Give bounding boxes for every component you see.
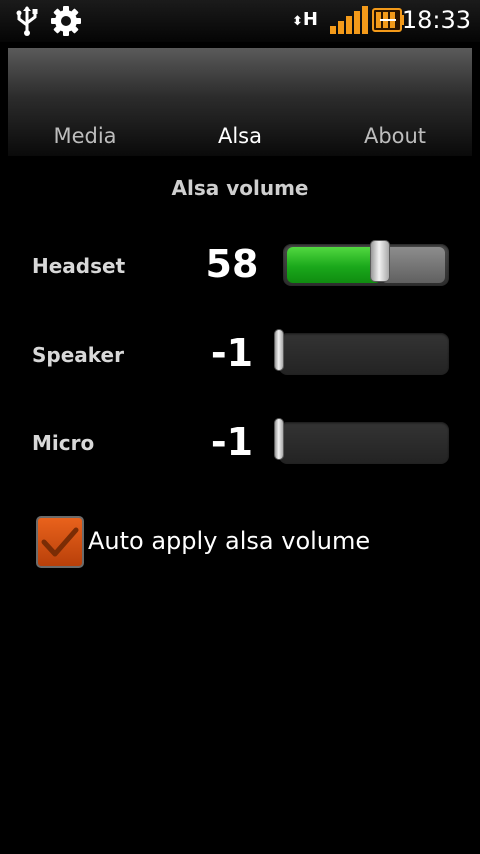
network-type-text: H bbox=[302, 9, 318, 30]
headset-slider-track bbox=[381, 247, 445, 283]
tab-about[interactable]: About bbox=[315, 124, 475, 154]
speaker-value: -1 bbox=[210, 331, 254, 375]
status-time: 18:33 bbox=[401, 6, 471, 34]
data-arrows-icon: ⬍H bbox=[292, 9, 318, 30]
headset-value: 58 bbox=[205, 242, 259, 286]
micro-value: -1 bbox=[210, 420, 254, 464]
micro-slider-thumb[interactable] bbox=[274, 418, 284, 460]
section-title: Alsa volume bbox=[171, 176, 309, 200]
speaker-slider[interactable] bbox=[274, 329, 449, 375]
usb-icon bbox=[14, 5, 40, 41]
status-bar: ⬍H 18:33 bbox=[0, 0, 480, 42]
speaker-slider-thumb[interactable] bbox=[274, 329, 284, 371]
tab-alsa[interactable]: Alsa bbox=[160, 124, 320, 154]
settings-gear-icon bbox=[50, 5, 82, 41]
auto-apply-checkbox[interactable] bbox=[36, 516, 84, 568]
headset-label: Headset bbox=[32, 254, 126, 278]
headset-slider-fill bbox=[287, 247, 381, 283]
headset-slider-thumb[interactable] bbox=[370, 240, 390, 282]
headset-slider[interactable] bbox=[283, 240, 449, 286]
signal-icon bbox=[330, 6, 368, 38]
micro-label: Micro bbox=[32, 431, 95, 455]
battery-icon bbox=[372, 6, 404, 38]
tab-media[interactable]: Media bbox=[5, 124, 165, 154]
app-screen: ⬍H 18:33 Media Alsa About Alsa volume He… bbox=[0, 0, 480, 854]
checkmark-icon bbox=[38, 527, 82, 570]
speaker-label: Speaker bbox=[32, 343, 124, 367]
auto-apply-label[interactable]: Auto apply alsa volume bbox=[88, 527, 370, 555]
micro-slider[interactable] bbox=[274, 418, 449, 464]
